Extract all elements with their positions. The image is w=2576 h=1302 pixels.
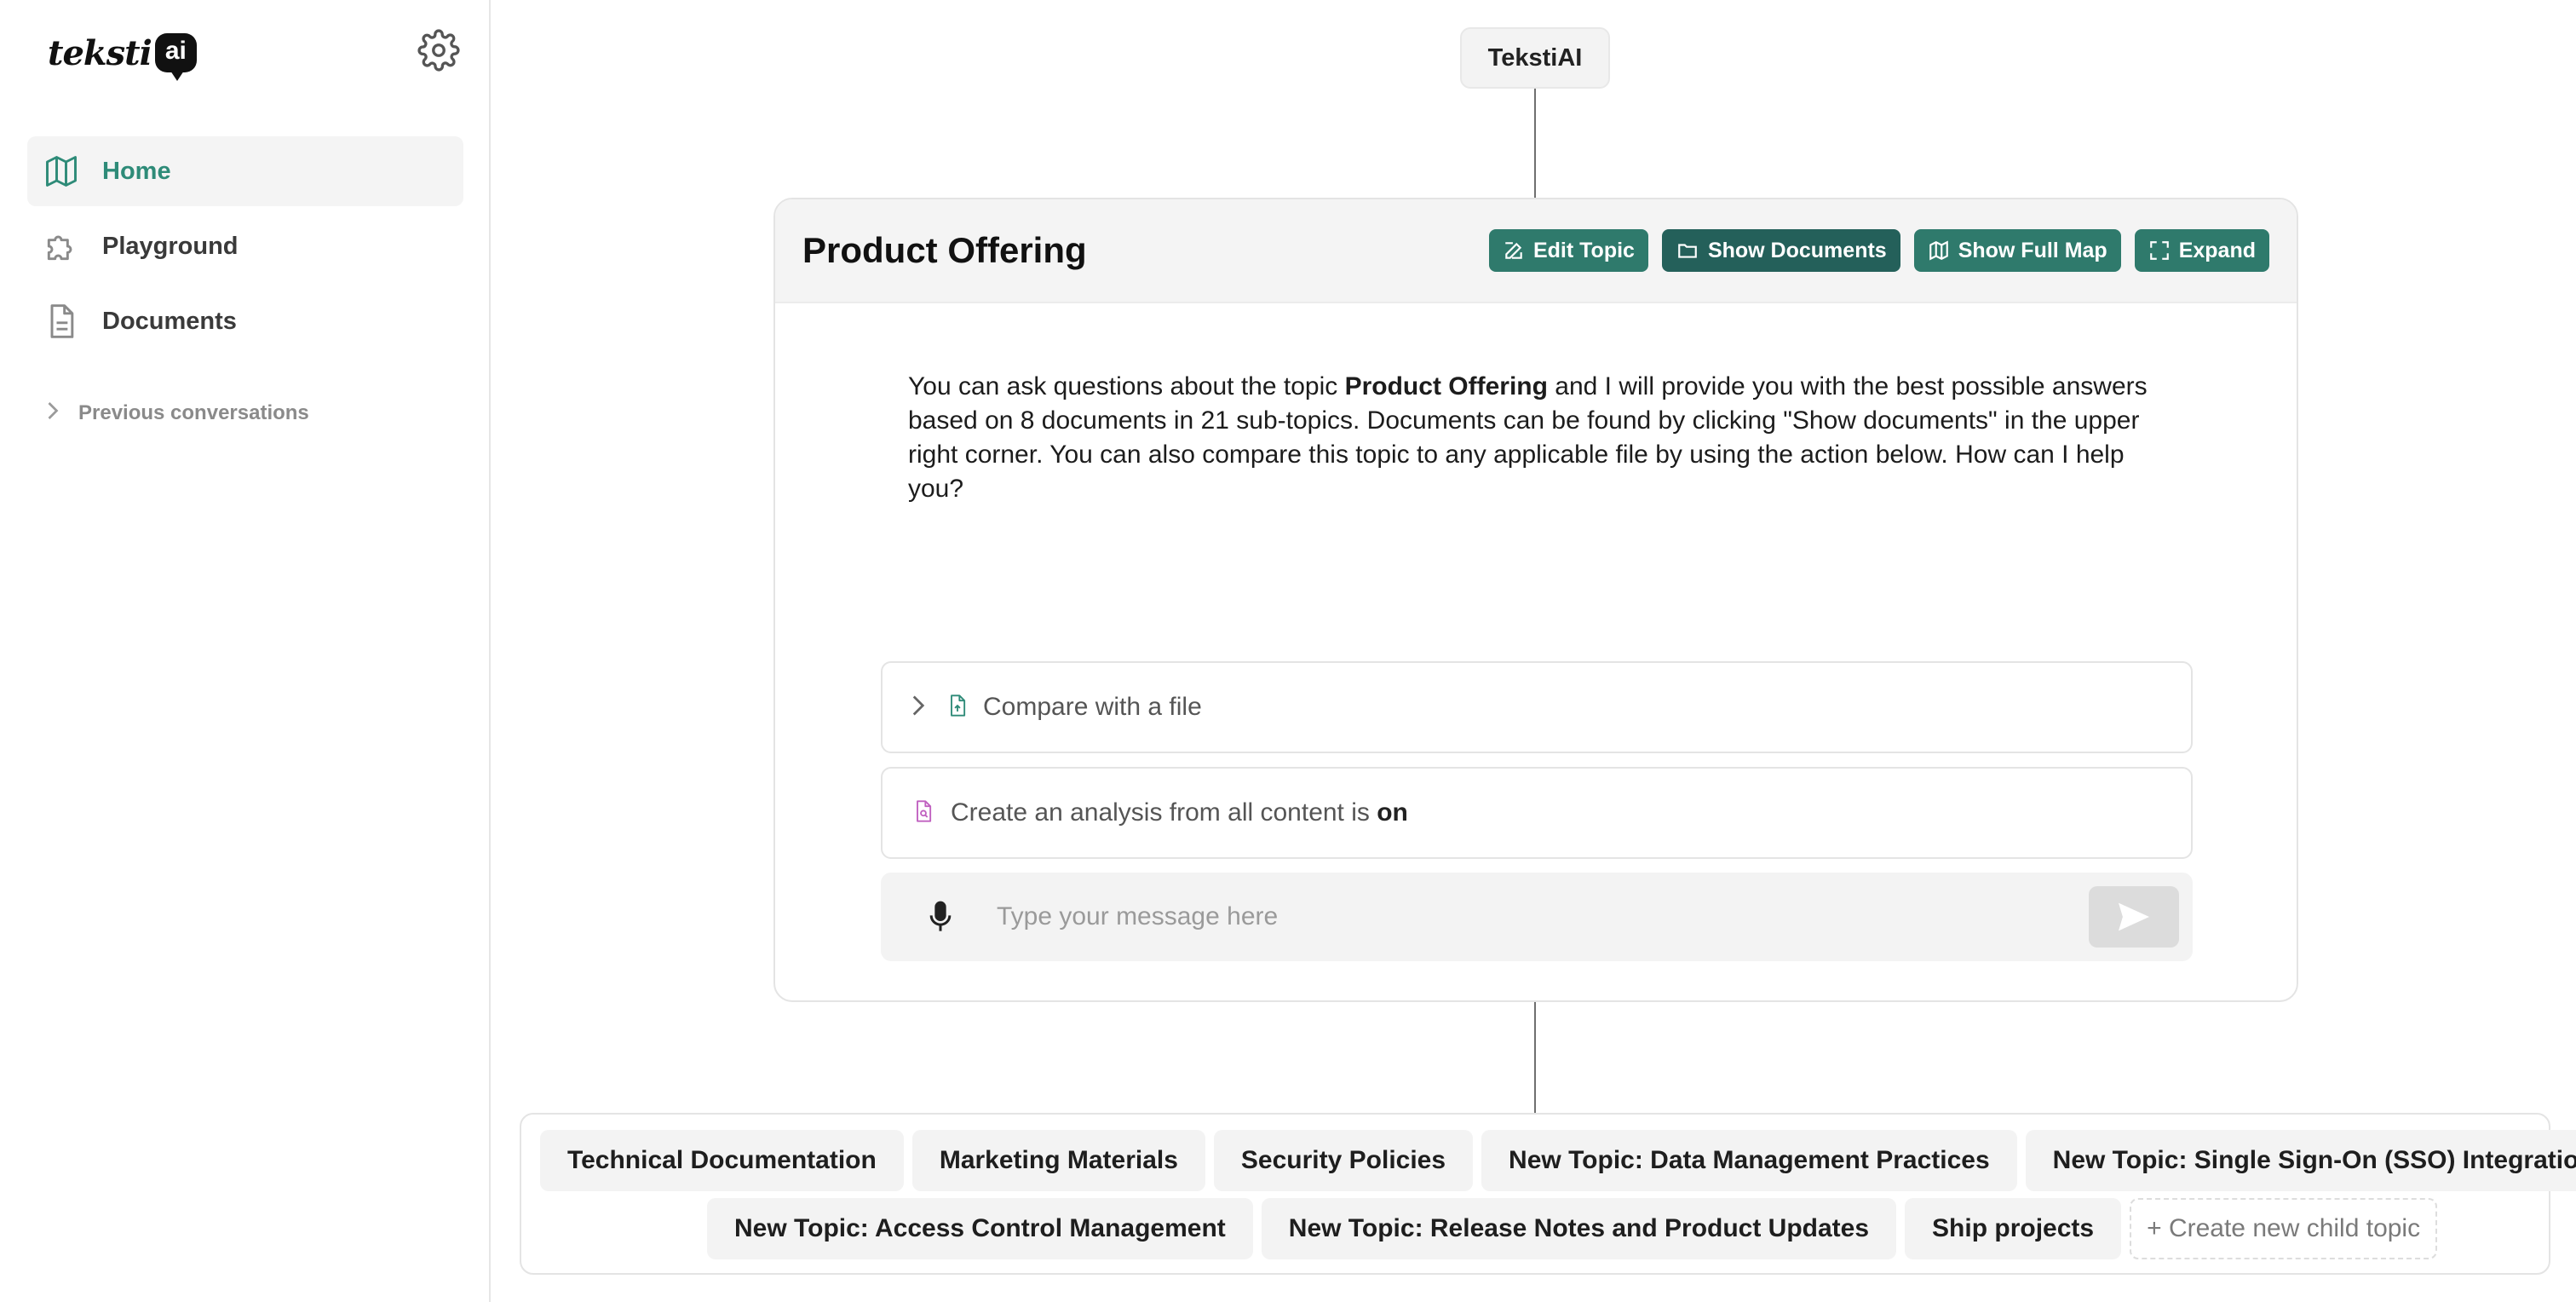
create-child-topic-button[interactable]: + Create new child topic bbox=[2130, 1198, 2438, 1259]
document-icon bbox=[43, 302, 80, 340]
app-logo[interactable]: teksti ai bbox=[48, 31, 197, 81]
intro-text-start: You can ask questions about the topic bbox=[908, 372, 1345, 400]
expand-button[interactable]: Expand bbox=[2134, 229, 2269, 272]
compare-label: Compare with a file bbox=[983, 693, 1202, 721]
child-topic-chip[interactable]: Ship projects bbox=[1905, 1198, 2122, 1259]
compare-with-file-panel[interactable]: Compare with a file bbox=[881, 661, 2193, 753]
connector-line bbox=[1534, 89, 1536, 198]
message-composer bbox=[881, 873, 2193, 961]
logo-badge: ai bbox=[154, 33, 197, 81]
topic-title: Product Offering bbox=[802, 230, 1087, 270]
child-topic-chip[interactable]: New Topic: Data Management Practices bbox=[1481, 1130, 2017, 1191]
map-icon bbox=[43, 153, 80, 190]
sidebar-nav: Home Playground Documents bbox=[27, 136, 463, 361]
previous-conversations-toggle[interactable]: Previous conversations bbox=[44, 400, 309, 425]
child-topics-container: Technical Documentation Marketing Materi… bbox=[520, 1113, 2576, 1275]
child-topic-chip[interactable]: New Topic: Single Sign-On (SSO) Integrat… bbox=[2025, 1130, 2576, 1191]
child-topic-chip[interactable]: Technical Documentation bbox=[540, 1130, 904, 1191]
map-icon bbox=[1929, 240, 1948, 261]
puzzle-icon bbox=[43, 228, 80, 265]
chevron-right-icon bbox=[910, 694, 927, 722]
analysis-label: Create an analysis from all content is o… bbox=[951, 798, 1408, 827]
sidebar-item-label: Home bbox=[102, 157, 171, 185]
child-topic-chip[interactable]: New Topic: Access Control Management bbox=[707, 1198, 1253, 1259]
intro-topic-name: Product Offering bbox=[1344, 372, 1548, 400]
child-topic-chip[interactable]: Security Policies bbox=[1213, 1130, 1474, 1191]
topic-card-header: Product Offering Edit Topic Show Documen… bbox=[775, 199, 2297, 303]
connector-line bbox=[1534, 1002, 1536, 1113]
topic-actions: Edit Topic Show Documents Show Full Map … bbox=[1488, 229, 2269, 272]
sidebar-item-playground[interactable]: Playground bbox=[27, 211, 463, 281]
edit-topic-label: Edit Topic bbox=[1532, 238, 1635, 262]
send-button[interactable] bbox=[2089, 886, 2179, 948]
child-topic-chip[interactable]: Marketing Materials bbox=[911, 1130, 1205, 1191]
analysis-text: Create an analysis from all content is bbox=[951, 798, 1377, 827]
topic-card: Product Offering Edit Topic Show Documen… bbox=[773, 198, 2298, 1002]
child-topics-row: New Topic: Access Control Management New… bbox=[707, 1198, 2438, 1259]
chevron-right-icon bbox=[44, 400, 61, 425]
show-documents-button[interactable]: Show Documents bbox=[1661, 229, 1900, 272]
sidebar: teksti ai Home Playground Documents Prev… bbox=[0, 0, 491, 1302]
edit-icon bbox=[1505, 242, 1522, 259]
settings-gear-icon[interactable] bbox=[417, 29, 460, 72]
logo-wordmark: teksti bbox=[48, 32, 152, 73]
show-documents-label: Show Documents bbox=[1707, 238, 1887, 262]
sidebar-item-label: Playground bbox=[102, 232, 239, 260]
root-topic-node[interactable]: TekstiAI bbox=[1460, 27, 1610, 89]
expand-label: Expand bbox=[2178, 238, 2256, 262]
child-topics-row: Technical Documentation Marketing Materi… bbox=[540, 1130, 2576, 1191]
show-full-map-label: Show Full Map bbox=[1958, 238, 2107, 262]
edit-topic-button[interactable]: Edit Topic bbox=[1488, 229, 1648, 272]
document-search-icon bbox=[911, 798, 935, 828]
microphone-icon[interactable] bbox=[923, 898, 957, 936]
sidebar-item-home[interactable]: Home bbox=[27, 136, 463, 206]
analysis-state: on bbox=[1377, 798, 1408, 827]
expand-icon bbox=[2149, 241, 2169, 260]
previous-conversations-label: Previous conversations bbox=[78, 400, 309, 424]
send-icon bbox=[2119, 902, 2149, 931]
sidebar-item-label: Documents bbox=[102, 307, 237, 335]
assistant-intro-message: You can ask questions about the topic Pr… bbox=[908, 370, 2152, 506]
child-topic-chip[interactable]: New Topic: Release Notes and Product Upd… bbox=[1261, 1198, 1897, 1259]
file-upload-icon bbox=[946, 693, 969, 723]
folder-icon bbox=[1678, 244, 1697, 258]
show-full-map-button[interactable]: Show Full Map bbox=[1913, 229, 2121, 272]
message-input[interactable] bbox=[997, 891, 2053, 942]
sidebar-item-documents[interactable]: Documents bbox=[27, 286, 463, 356]
analysis-toggle-panel[interactable]: Create an analysis from all content is o… bbox=[881, 767, 2193, 859]
